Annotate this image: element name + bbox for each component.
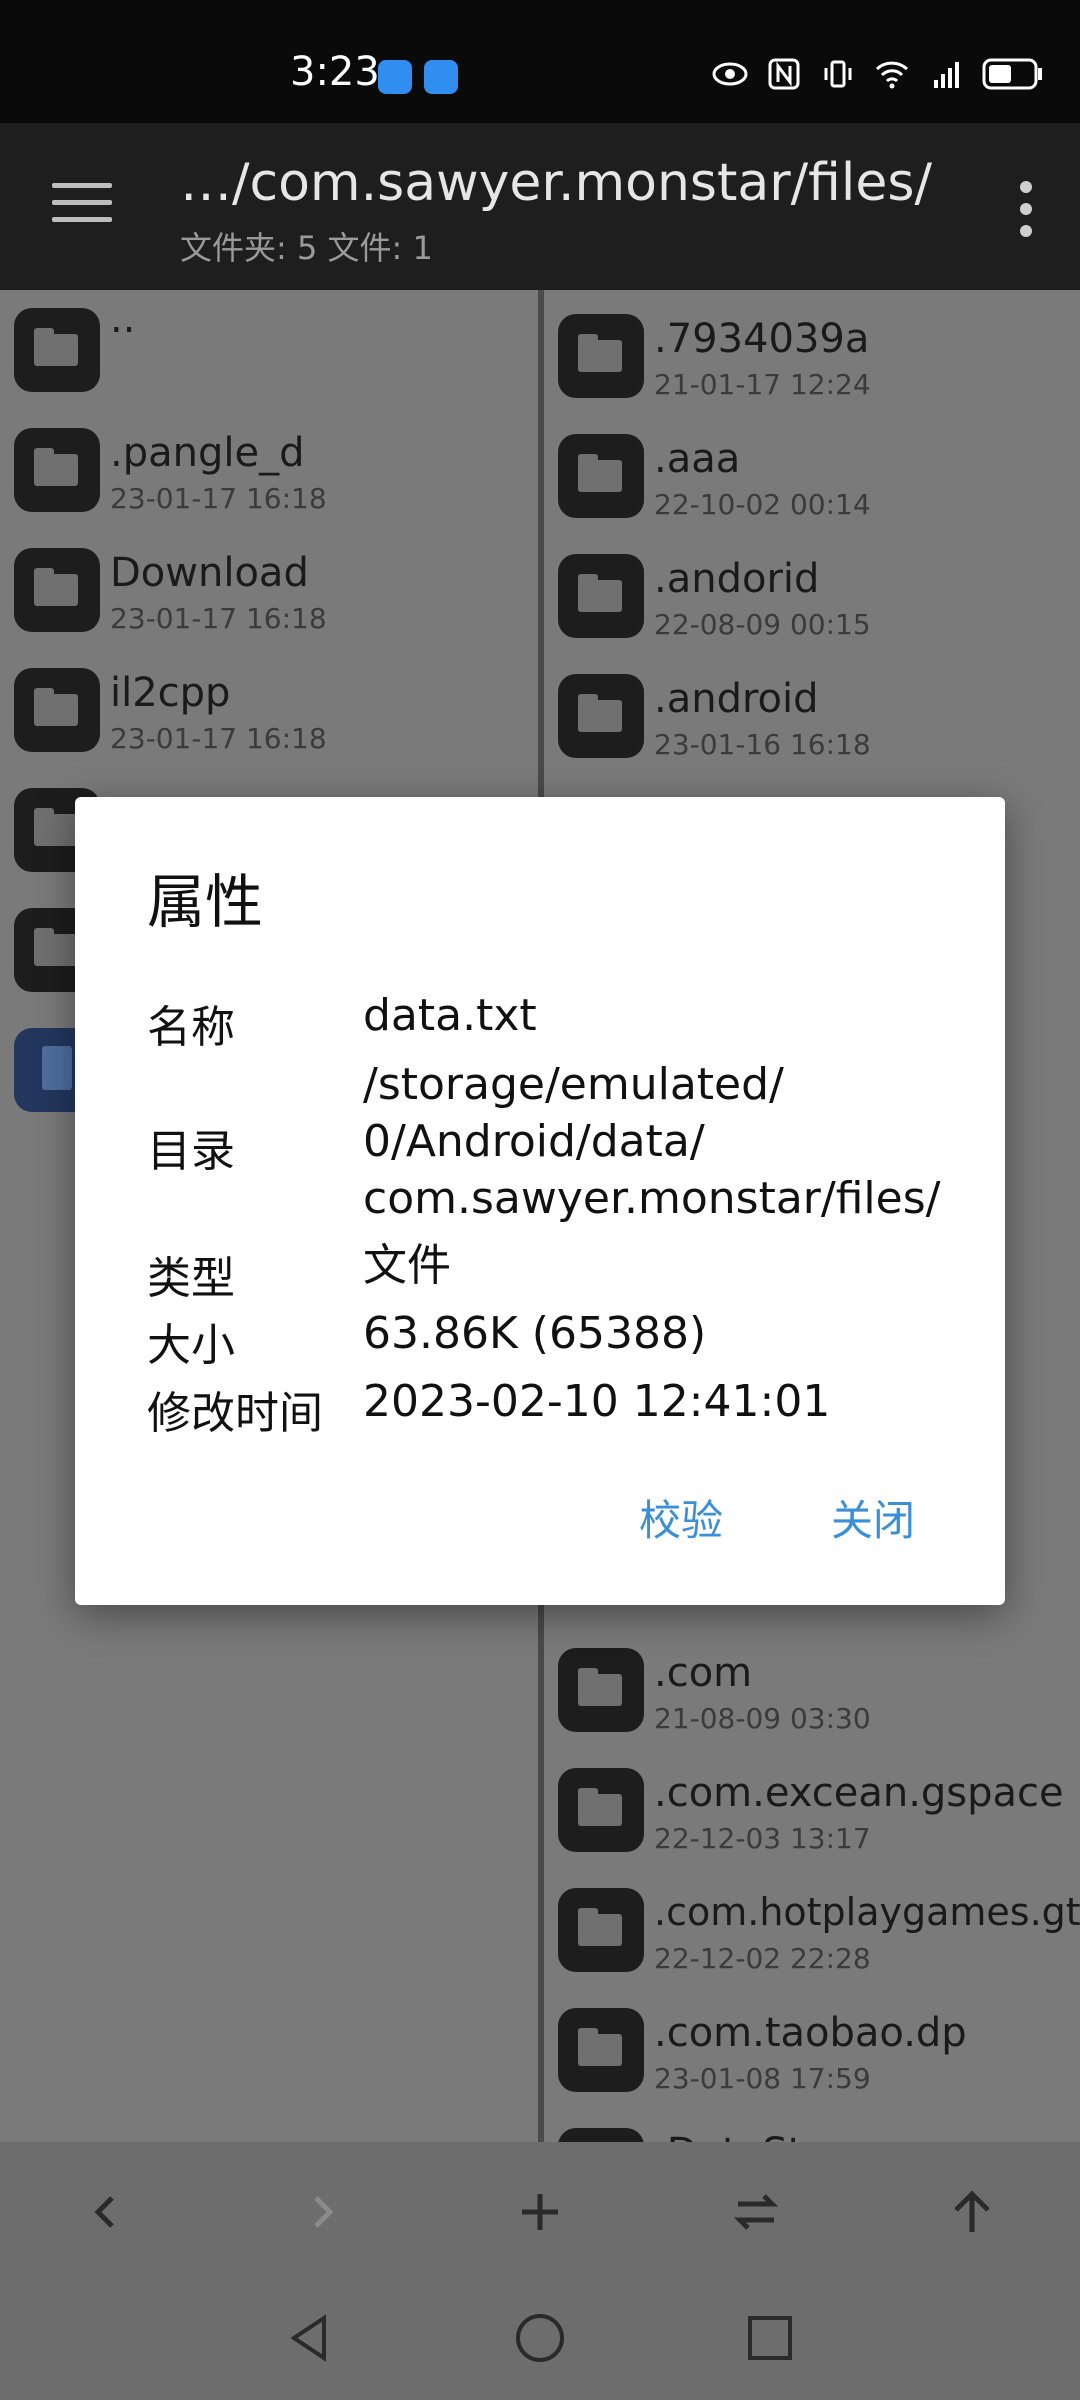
menu-button[interactable] bbox=[52, 183, 112, 233]
nfc-icon bbox=[768, 58, 800, 90]
folder-file-count: 文件夹: 5 文件: 1 bbox=[180, 229, 433, 267]
back-arrow-icon[interactable] bbox=[76, 2182, 136, 2242]
type-value: 文件 bbox=[363, 1240, 451, 1291]
folder-icon bbox=[558, 2008, 644, 2092]
folder-icon bbox=[558, 1888, 644, 1972]
item-name: .. bbox=[110, 296, 136, 342]
list-item[interactable]: .. bbox=[0, 290, 538, 410]
item-date: 22-12-03 13:17 bbox=[654, 1822, 871, 1855]
item-name: .DataStorage bbox=[654, 2130, 919, 2142]
item-name: .7934039a bbox=[654, 316, 870, 362]
item-name: il2cpp bbox=[110, 670, 231, 716]
up-arrow-icon[interactable] bbox=[942, 2182, 1002, 2242]
item-date: 23-01-17 16:18 bbox=[110, 602, 327, 635]
properties-dialog: 属性 名称 data.txt /storage/emulated/ 目录 0/A… bbox=[75, 797, 1005, 1605]
dir-value-line-2: 0/Android/data/ bbox=[363, 1116, 705, 1167]
type-label: 类型 bbox=[147, 1253, 235, 1304]
size-value: 63.86K (65388) bbox=[363, 1308, 707, 1359]
folder-icon bbox=[14, 428, 100, 512]
add-icon[interactable] bbox=[510, 2182, 570, 2242]
vibrate-icon bbox=[824, 60, 852, 88]
list-item[interactable]: .com.hotplaygames.gt 22-12-02 22:28 bbox=[544, 1870, 1080, 1990]
dir-value-line-1: /storage/emulated/ bbox=[363, 1059, 784, 1110]
name-value: data.txt bbox=[363, 990, 537, 1041]
list-item[interactable]: Download 23-01-17 16:18 bbox=[0, 530, 538, 650]
battery-icon bbox=[982, 58, 1042, 90]
item-date: 21-08-09 03:30 bbox=[654, 1702, 871, 1735]
dir-value-line-3: com.sawyer.monstar/files/ bbox=[363, 1173, 941, 1224]
item-date: 22-12-02 22:28 bbox=[654, 1942, 871, 1975]
more-options-icon[interactable] bbox=[1018, 181, 1034, 241]
name-label: 名称 bbox=[147, 1002, 235, 1053]
dialog-title: 属性 bbox=[147, 868, 264, 936]
verify-button[interactable]: 校验 bbox=[639, 1487, 723, 1548]
list-item[interactable]: .andorid 22-08-09 00:15 bbox=[544, 536, 1080, 656]
status-bar: 3:23 bbox=[0, 0, 1080, 123]
folder-icon bbox=[558, 1648, 644, 1732]
item-name: .com bbox=[654, 1650, 753, 1696]
list-item[interactable]: .com.taobao.dp 23-01-08 17:59 bbox=[544, 1990, 1080, 2110]
item-date: 21-01-17 12:24 bbox=[654, 368, 871, 401]
item-date: 23-01-16 16:18 bbox=[654, 728, 871, 761]
item-date: 22-08-09 00:15 bbox=[654, 608, 871, 641]
forward-arrow-icon[interactable] bbox=[292, 2182, 352, 2242]
list-item[interactable]: .pangle_d 23-01-17 16:18 bbox=[0, 410, 538, 530]
item-name: .pangle_d bbox=[110, 430, 305, 476]
list-item[interactable]: .com 21-08-09 03:30 bbox=[544, 1630, 1080, 1750]
5g-signal-icon bbox=[934, 62, 959, 88]
nav-home-icon[interactable] bbox=[510, 2308, 570, 2368]
folder-icon bbox=[14, 308, 100, 392]
wifi-icon bbox=[875, 61, 909, 89]
bottom-toolbar bbox=[0, 2142, 1080, 2282]
item-name: .andorid bbox=[654, 556, 820, 602]
size-label: 大小 bbox=[147, 1320, 235, 1371]
current-path-title: …/com.sawyer.monstar/files/ bbox=[180, 153, 932, 213]
item-date: 23-01-17 16:18 bbox=[110, 722, 327, 755]
item-date: 23-01-17 16:18 bbox=[110, 482, 327, 515]
item-name: .android bbox=[654, 676, 819, 722]
folder-icon bbox=[558, 434, 644, 518]
folder-icon bbox=[558, 674, 644, 758]
app-bar: …/com.sawyer.monstar/files/ 文件夹: 5 文件: 1 bbox=[0, 123, 1080, 290]
item-name: .com.hotplaygames.gt bbox=[654, 1890, 1080, 1934]
folder-icon bbox=[558, 314, 644, 398]
folder-icon bbox=[14, 668, 100, 752]
item-date: 23-01-08 17:59 bbox=[654, 2062, 871, 2095]
folder-icon bbox=[558, 2128, 644, 2142]
folder-icon bbox=[558, 1768, 644, 1852]
modified-label: 修改时间 bbox=[147, 1388, 323, 1439]
list-item[interactable]: .aaa 22-10-02 00:14 bbox=[544, 416, 1080, 536]
close-button[interactable]: 关闭 bbox=[831, 1487, 915, 1548]
folder-icon bbox=[558, 554, 644, 638]
list-item[interactable]: .DataStorage bbox=[544, 2110, 1080, 2142]
list-item[interactable]: .android 23-01-16 16:18 bbox=[544, 656, 1080, 776]
status-icons bbox=[712, 56, 1044, 92]
item-name: .aaa bbox=[654, 436, 741, 482]
system-nav-bar bbox=[0, 2282, 1080, 2400]
nav-recents-icon[interactable] bbox=[740, 2308, 800, 2368]
folder-icon bbox=[14, 548, 100, 632]
swap-icon[interactable] bbox=[726, 2182, 786, 2242]
list-item[interactable]: il2cpp 23-01-17 16:18 bbox=[0, 650, 538, 770]
item-name: .com.taobao.dp bbox=[654, 2010, 967, 2056]
eye-icon bbox=[712, 62, 748, 86]
weather-icon bbox=[378, 60, 412, 94]
dir-label: 目录 bbox=[147, 1126, 235, 1177]
modified-value: 2023-02-10 12:41:01 bbox=[363, 1376, 831, 1427]
list-item[interactable]: .7934039a 21-01-17 12:24 bbox=[544, 296, 1080, 416]
item-name: .com.excean.gspace bbox=[654, 1770, 1064, 1816]
nav-back-icon[interactable] bbox=[280, 2308, 340, 2368]
item-date: 22-10-02 00:14 bbox=[654, 488, 871, 521]
status-time: 3:23 bbox=[290, 49, 380, 95]
item-name: Download bbox=[110, 550, 309, 596]
cloud-icon bbox=[424, 60, 458, 94]
list-item[interactable]: .com.excean.gspace 22-12-03 13:17 bbox=[544, 1750, 1080, 1870]
